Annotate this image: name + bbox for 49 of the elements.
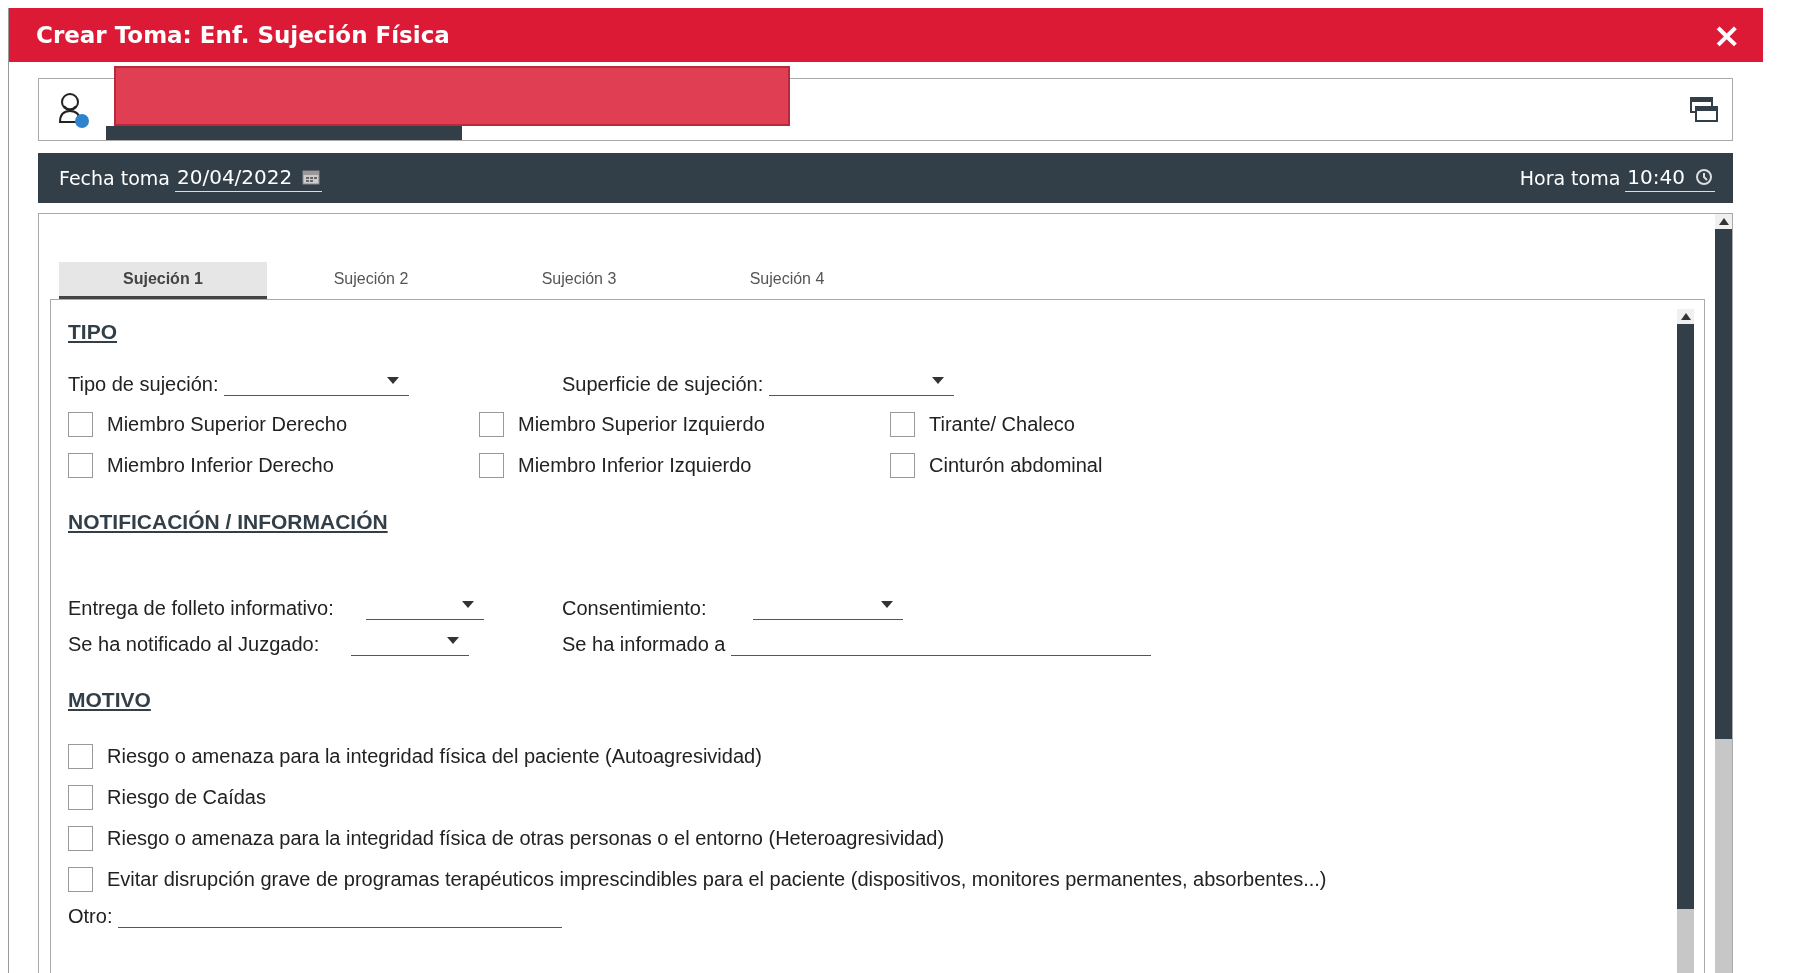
checkbox-label: Riesgo o amenaza para la integridad física de otras personas o el entorno (Heteroagresividad) [107, 827, 945, 850]
section-heading: TIPO [68, 320, 118, 344]
checkbox-label: Cinturón abdominal [929, 454, 1103, 477]
field-label: Se ha notificado al Juzgado: [68, 633, 320, 656]
checkbox-label: Miembro Superior Izquierdo [518, 413, 765, 436]
checkbox[interactable] [890, 412, 915, 437]
checkbox-label: Riesgo o amenaza para la integridad física del paciente (Autoagresividad) [107, 745, 762, 768]
checkbox[interactable] [68, 453, 93, 478]
windows-icon[interactable] [1690, 96, 1718, 123]
checkbox-label: Miembro Inferior Izquierdo [518, 454, 752, 477]
calendar-icon[interactable] [302, 168, 321, 185]
checkbox[interactable] [479, 453, 504, 478]
field-label: Se ha informado a [562, 633, 726, 656]
checkbox-label: Miembro Inferior Derecho [107, 454, 334, 477]
tab[interactable]: Sujeción 1 [59, 262, 267, 299]
field-label: Superficie de sujeción: [562, 373, 764, 396]
field-label: Otro: [68, 905, 113, 928]
checkbox[interactable] [68, 867, 93, 892]
checkbox[interactable] [68, 744, 93, 769]
scrollbar[interactable] [1715, 214, 1732, 973]
scrollbar-thumb[interactable] [1715, 229, 1732, 739]
field-label: Consentimiento: [562, 597, 707, 620]
checkbox[interactable] [890, 453, 915, 478]
checkbox[interactable] [68, 826, 93, 851]
checkbox-label: Riesgo de Caídas [107, 786, 266, 809]
window-title: Crear Toma: Enf. Sujeción Física [36, 22, 450, 48]
date-label: Fecha toma [59, 167, 170, 189]
clock-icon[interactable] [1695, 167, 1713, 186]
checkbox[interactable] [68, 785, 93, 810]
field-label: Entrega de folleto informativo: [68, 597, 334, 620]
caret-icon[interactable] [461, 601, 474, 608]
checkbox-label: Evitar disrupción grave de programas terapéuticos imprescindibles para el paciente (dispositivos, monitores permanentes, absorbentes...) [107, 868, 1327, 891]
scroll-up-icon[interactable] [1718, 218, 1729, 225]
time-field[interactable]: 10:40 [1625, 164, 1715, 192]
caret-icon[interactable] [880, 601, 893, 608]
checkbox[interactable] [68, 412, 93, 437]
checkbox-label: Tirante/ Chaleco [929, 413, 1075, 436]
section-heading: NOTIFICACIÓN / INFORMACIÓN [68, 510, 389, 534]
section-heading: MOTIVO [68, 688, 152, 712]
time-label: Hora toma [1519, 167, 1621, 189]
checkbox-label: Miembro Superior Derecho [107, 413, 348, 436]
caret-icon[interactable] [932, 377, 945, 384]
date-field[interactable]: 20/04/2022 [175, 164, 323, 192]
caret-icon[interactable] [387, 377, 400, 384]
close-button[interactable]: × [1708, 18, 1745, 52]
caret-icon[interactable] [447, 637, 460, 644]
checkbox[interactable] [479, 412, 504, 437]
field-label: Tipo de sujeción: [68, 373, 219, 396]
scroll-up-icon[interactable] [1680, 313, 1691, 320]
